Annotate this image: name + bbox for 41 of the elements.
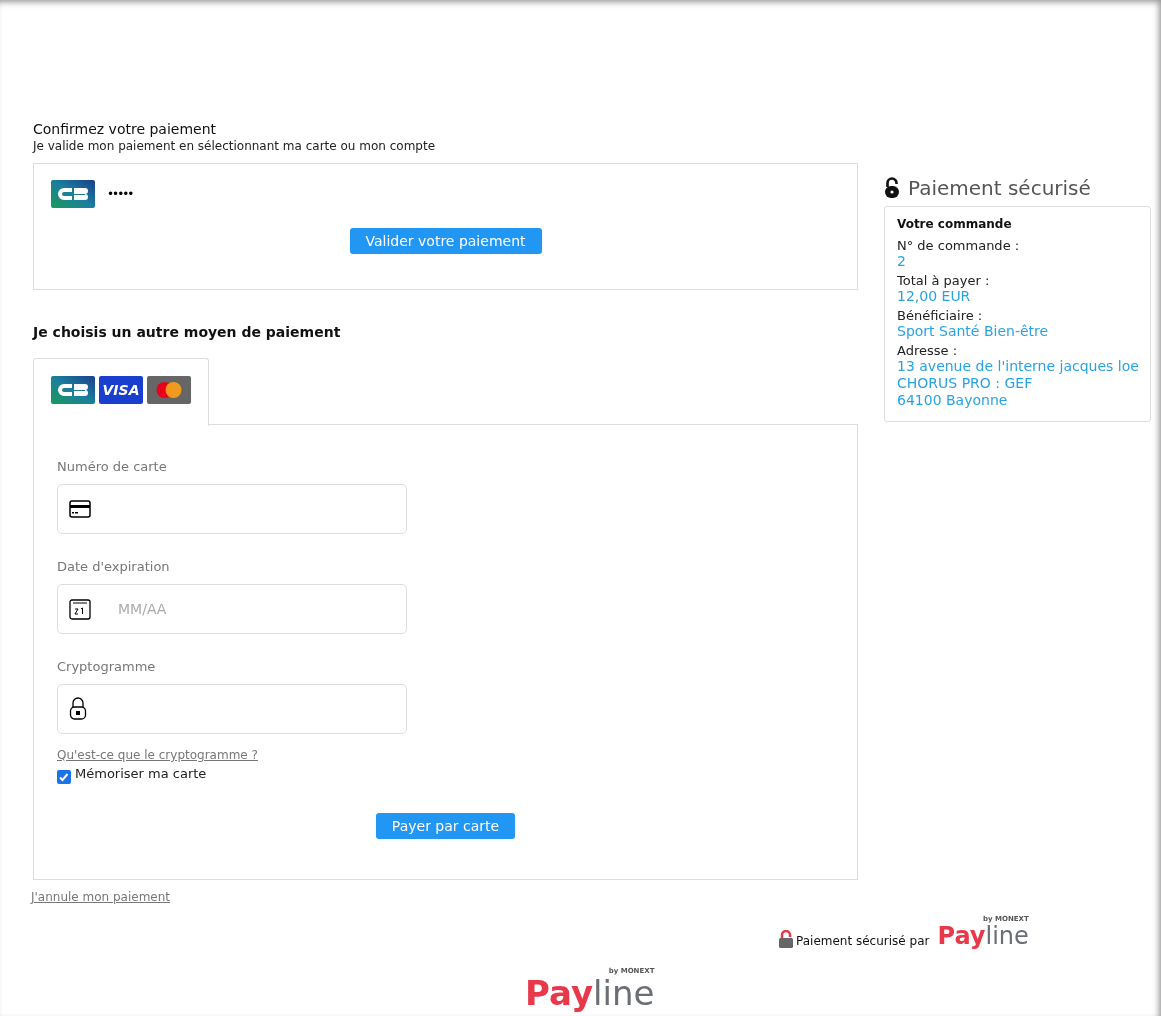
summary-value: 2 [897, 253, 907, 270]
field-label: Cryptogramme [57, 659, 157, 674]
payline-logo: Payline [525, 976, 655, 1010]
input-field[interactable] [57, 484, 407, 534]
visa-logo: VISA [99, 376, 143, 404]
validate-payment-button[interactable]: Valider votre paiement [349, 228, 542, 254]
summary-label: Bénéficiaire : [897, 308, 984, 323]
secure-payment-title: Paiement sécurisé [908, 176, 1091, 200]
cb-card-logo [51, 376, 95, 404]
summary-label: Total à payer : [897, 273, 991, 288]
checkbox-label: Mémoriser ma carte [75, 766, 207, 781]
section-title: Je choisis un autre moyen de paiement [33, 324, 342, 340]
input-field[interactable]: MM/AA [57, 584, 407, 634]
page-title: Confirmez votre paiement [33, 121, 218, 137]
mastercard-logo [147, 376, 191, 404]
pay-by-card-button[interactable]: Payer par carte [375, 813, 516, 839]
padlock-icon [778, 930, 794, 948]
masked-card-number: ••••• [107, 187, 133, 201]
order-title: Votre commande [897, 217, 1013, 231]
remember-checkbox[interactable] [57, 770, 71, 784]
summary-value: CHORUS PRO : GEF [897, 375, 1034, 392]
summary-label: Adresse : [897, 343, 959, 358]
payline-logo: Payline [937, 924, 1029, 948]
summary-value: 64100 Bayonne [897, 392, 1009, 409]
field-label: Date d'expiration [57, 559, 171, 574]
card-payment-tab[interactable]: VISA [33, 358, 209, 426]
secured-by-text: Paiement sécurisé par [796, 934, 930, 948]
cvv-help-link[interactable]: Qu'est-ce que le cryptogramme ? [57, 748, 258, 762]
cb-card-logo [51, 180, 95, 208]
padlock-icon [884, 177, 900, 199]
cancel-payment-link[interactable]: J'annule mon paiement [31, 890, 171, 904]
summary-label: N° de commande : [897, 238, 1021, 253]
credit-card-icon [69, 500, 91, 518]
field-label: Numéro de carte [57, 459, 168, 474]
summary-value: 13 avenue de l'interne jacques loe [897, 358, 1138, 375]
summary-value: Sport Santé Bien-être [897, 323, 1050, 340]
page-subtitle: Je valide mon paiement en sélectionnant ma carte ou mon compte [33, 139, 437, 153]
input-field[interactable] [57, 684, 407, 734]
calendar-icon [69, 598, 91, 620]
padlock-icon [69, 697, 87, 721]
summary-value: 12,00 EUR [897, 288, 972, 305]
